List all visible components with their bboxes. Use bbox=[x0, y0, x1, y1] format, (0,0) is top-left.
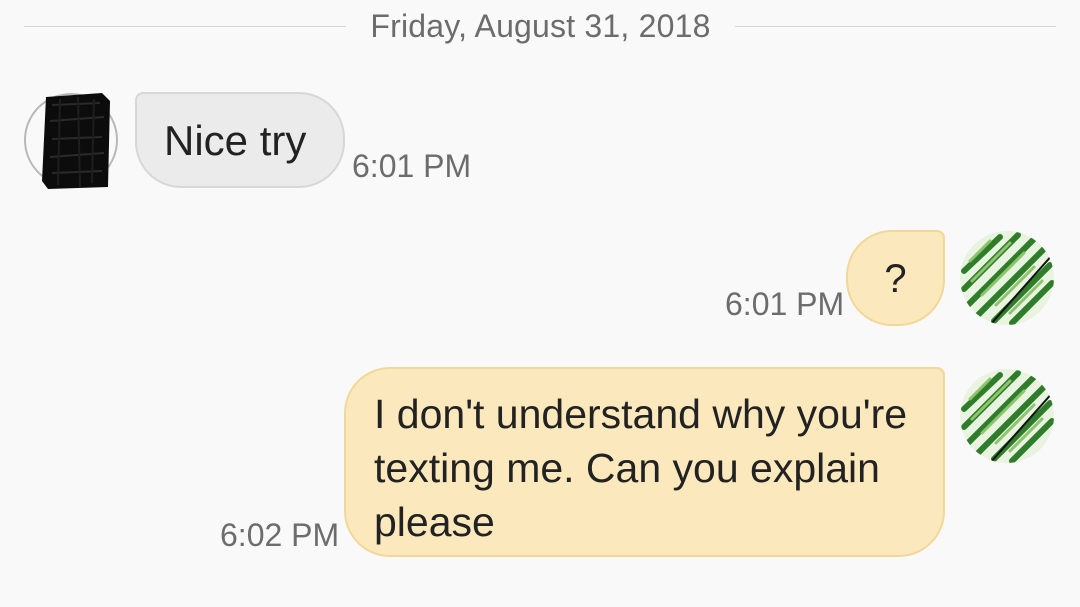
message-bubble-incoming[interactable]: Nice try bbox=[135, 92, 345, 188]
message-timestamp: 6:02 PM bbox=[220, 517, 340, 553]
redacted-avatar-icon bbox=[42, 93, 110, 189]
message-bubble-outgoing[interactable]: ? bbox=[846, 230, 945, 326]
fern-leaf-avatar-icon bbox=[960, 369, 1054, 463]
date-divider-label: Friday, August 31, 2018 bbox=[370, 8, 711, 44]
self-avatar[interactable] bbox=[960, 231, 1054, 325]
fern-leaf-avatar-icon bbox=[960, 231, 1054, 325]
message-bubble-outgoing[interactable]: I don't understand why you're texting me… bbox=[344, 367, 945, 557]
message-text: Nice try bbox=[164, 117, 307, 164]
contact-avatar[interactable] bbox=[24, 93, 118, 189]
message-text: I don't understand why you're texting me… bbox=[374, 391, 908, 545]
message-timestamp: 6:01 PM bbox=[725, 286, 845, 322]
message-text: ? bbox=[884, 257, 907, 301]
self-avatar[interactable] bbox=[960, 369, 1054, 463]
date-divider-line-right bbox=[735, 26, 1056, 27]
date-divider-line-left bbox=[24, 26, 346, 27]
message-timestamp: 6:01 PM bbox=[352, 148, 472, 184]
